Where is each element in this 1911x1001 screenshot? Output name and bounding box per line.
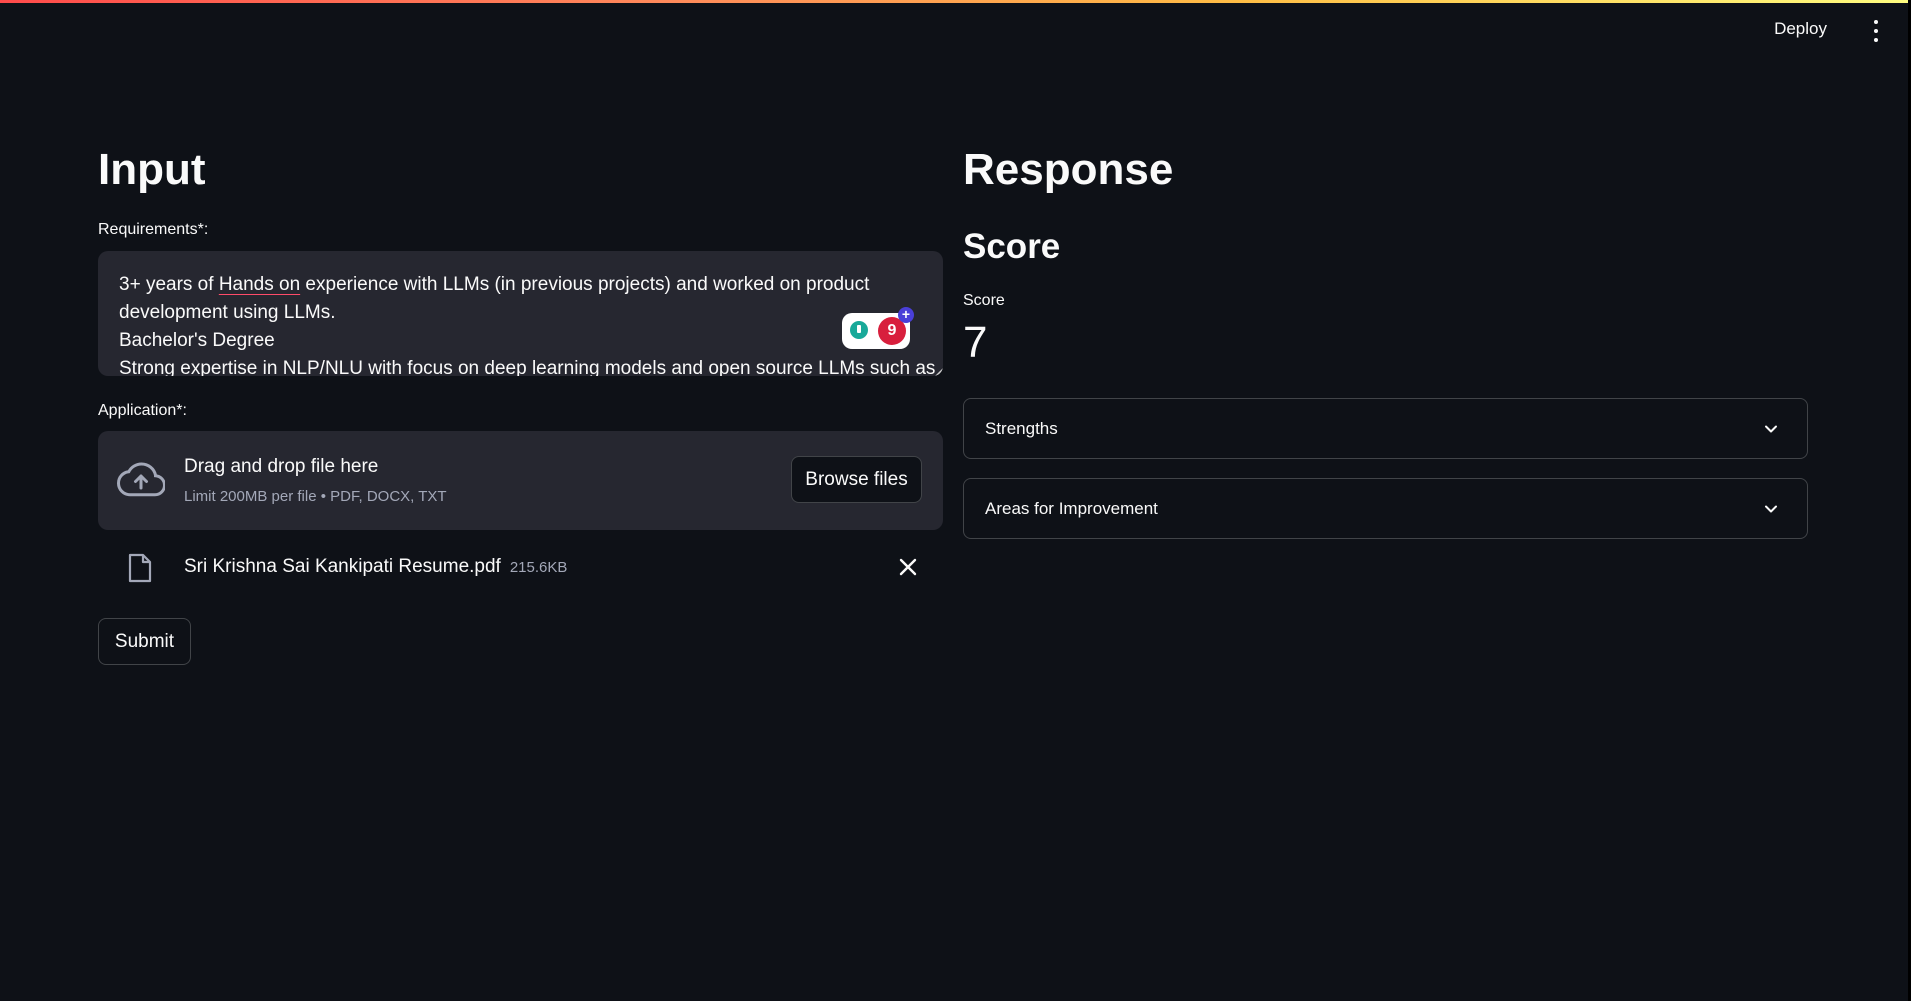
chevron-down-icon: [1765, 505, 1777, 513]
deploy-button[interactable]: Deploy: [1774, 19, 1827, 39]
requirements-label: Requirements*:: [98, 221, 209, 238]
requirements-line: Strong expertise in NLP/NLU with focus o…: [119, 358, 936, 376]
spellcheck-word: Hands on: [218, 274, 301, 295]
resize-handle-icon[interactable]: [935, 368, 943, 376]
plus-icon: +: [898, 307, 914, 323]
requirements-line: 3+ years of Hands on experience with LLM…: [119, 274, 870, 295]
submit-button[interactable]: Submit: [98, 618, 191, 665]
requirements-line: Bachelor's Degree: [119, 330, 275, 351]
requirements-textarea[interactable]: 3+ years of Hands on experience with LLM…: [98, 251, 943, 376]
streamlit-app: Deploy Input Requirements*: 3+ years of …: [0, 0, 1908, 1001]
score-metric-label: Score: [963, 292, 1005, 309]
close-icon[interactable]: [898, 557, 918, 577]
uploaded-file-name: Sri Krishna Sai Kankipati Resume.pdf 215.…: [184, 556, 568, 577]
top-decoration-bar: [0, 0, 1908, 3]
response-title: Response: [963, 145, 1174, 194]
lightbulb-icon: [850, 321, 868, 339]
areas-for-improvement-expander[interactable]: Areas for Improvement: [963, 478, 1808, 539]
input-title: Input: [98, 145, 206, 194]
kebab-menu-icon[interactable]: [1871, 20, 1881, 42]
extension-badge[interactable]: 9 +: [842, 307, 914, 349]
expander-label: Strengths: [985, 419, 1058, 438]
score-heading: Score: [963, 227, 1061, 266]
file-icon: [128, 553, 152, 583]
uploaded-file-size: 215.6KB: [509, 559, 568, 576]
dropzone-subtitle: Limit 200MB per file • PDF, DOCX, TXT: [184, 488, 447, 505]
cloud-upload-icon: [117, 462, 165, 497]
browse-files-button[interactable]: Browse files: [791, 456, 922, 503]
requirements-line: development using LLMs.: [119, 302, 336, 323]
expander-label: Areas for Improvement: [985, 499, 1158, 518]
uploaded-file-row: Sri Krishna Sai Kankipati Resume.pdf 215.…: [98, 548, 943, 590]
dropzone-title: Drag and drop file here: [184, 456, 379, 477]
strengths-expander[interactable]: Strengths: [963, 398, 1808, 459]
score-metric-value: 7: [963, 318, 988, 367]
chevron-down-icon: [1765, 425, 1777, 433]
file-dropzone[interactable]: Drag and drop file here Limit 200MB per …: [98, 431, 943, 530]
application-label: Application*:: [98, 402, 187, 419]
